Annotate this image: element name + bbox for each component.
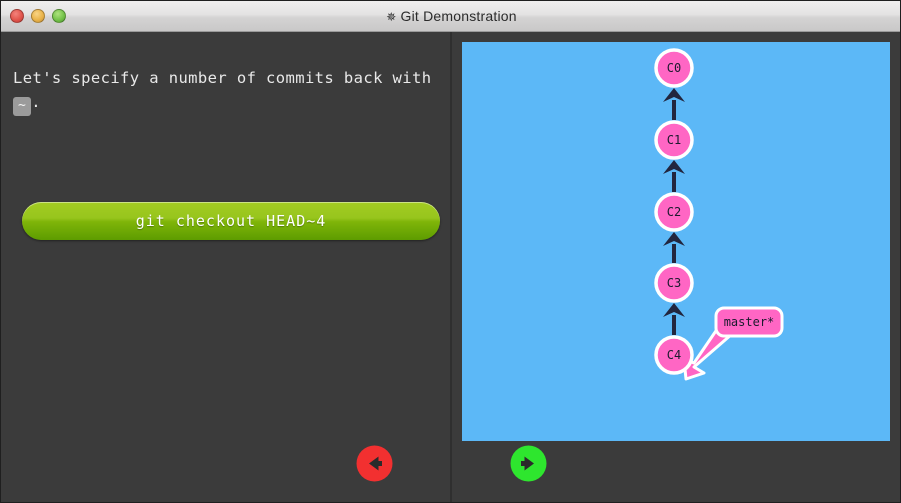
commit-edge-arrowhead — [663, 232, 685, 246]
commit-graph-svg: C0 C1 C2 C3 C4 master* — [654, 48, 784, 381]
commit-node-c4[interactable]: C4 — [654, 335, 694, 375]
lesson-narrative: Let's specify a number of commits back w… — [13, 66, 445, 116]
commit-label: C3 — [667, 276, 681, 290]
lesson-panel: Let's specify a number of commits back w… — [1, 32, 452, 502]
previous-step-button[interactable] — [356, 445, 393, 482]
git-demo-window: ✵ Git Demonstration Let's specify a numbe… — [0, 0, 901, 503]
commit-node-c3[interactable]: C3 — [654, 263, 694, 303]
gear-icon: ✵ — [386, 10, 397, 24]
commit-label: C0 — [667, 61, 681, 75]
branch-label-master[interactable]: master* — [714, 306, 784, 338]
titlebar: ✵ Git Demonstration — [1, 1, 900, 32]
commit-label: C2 — [667, 205, 681, 219]
window-title: ✵ Git Demonstration — [1, 1, 900, 32]
git-command-button[interactable]: git checkout HEAD~4 — [22, 202, 440, 240]
commit-graph-panel: C0 C1 C2 C3 C4 master* — [462, 42, 890, 441]
branch-label-text: master* — [724, 315, 775, 329]
forward-arrow-icon — [510, 445, 547, 482]
commit-node-c1[interactable]: C1 — [654, 120, 694, 160]
commit-edge-arrowhead — [663, 160, 685, 174]
commit-node-c2[interactable]: C2 — [654, 192, 694, 232]
commit-label: C1 — [667, 133, 681, 147]
next-step-button[interactable] — [510, 445, 547, 482]
back-arrow-icon — [356, 445, 393, 482]
narrative-text-after: . — [31, 93, 41, 111]
window-title-text: Git Demonstration — [400, 8, 517, 24]
inline-code-tilde: ~ — [13, 97, 32, 116]
commit-label: C4 — [667, 348, 681, 362]
commit-edge-arrowhead — [663, 303, 685, 317]
commit-edge-arrowhead — [663, 88, 685, 102]
commit-node-c0[interactable]: C0 — [654, 48, 694, 88]
narrative-text-before: Let's specify a number of commits back w… — [13, 69, 432, 87]
